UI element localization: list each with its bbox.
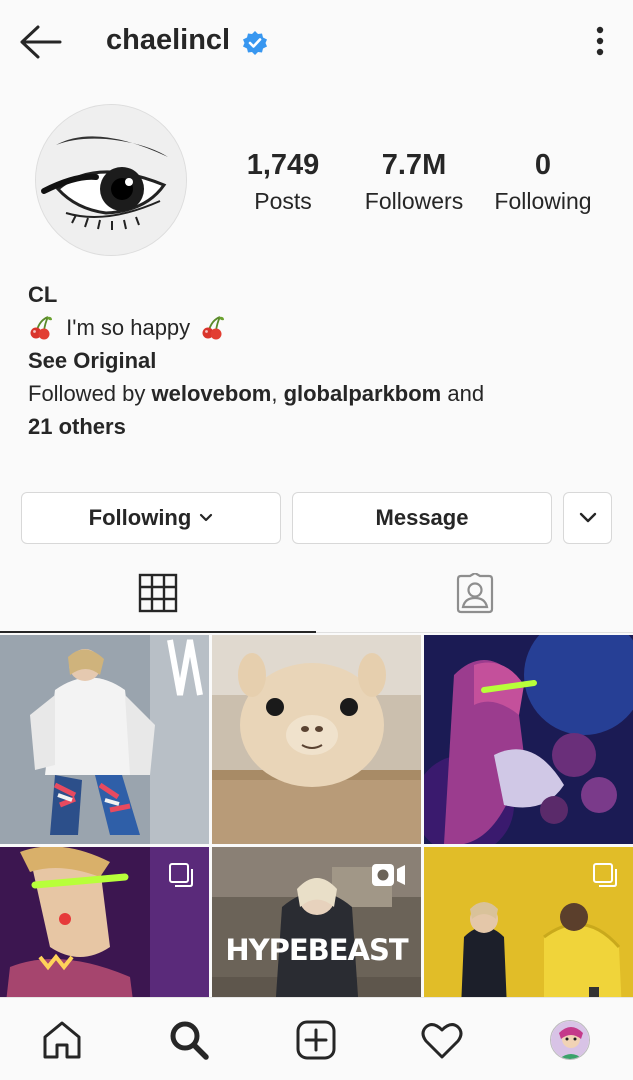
posts-grid: HYPEBEAST (0, 635, 633, 997)
profile-avatar-small (550, 1020, 590, 1060)
bio-text-line: I'm so happy (28, 311, 618, 344)
more-options-icon[interactable] (588, 24, 612, 60)
profile-avatar[interactable] (35, 104, 187, 256)
followed-by-prefix: Followed by (28, 381, 152, 406)
carousel-icon (593, 863, 617, 887)
suggested-accounts-button[interactable] (563, 492, 612, 544)
followers-count: 7.7M (381, 149, 447, 181)
nav-activity[interactable] (417, 1016, 467, 1064)
bio-text: I'm so happy (66, 315, 191, 340)
stat-posts[interactable]: 1,749 Posts (232, 147, 334, 217)
following-label: Following (494, 188, 592, 214)
post-thumbnail[interactable] (212, 635, 421, 844)
followed-by-user-link[interactable]: welovebom (152, 381, 272, 406)
nav-search[interactable] (164, 1016, 214, 1064)
profile-display-name: CL (28, 282, 58, 307)
verified-badge-icon (242, 30, 268, 56)
nav-profile[interactable] (545, 1016, 595, 1064)
post-thumbnail[interactable] (0, 847, 209, 997)
message-button-label: Message (375, 505, 469, 530)
grid-icon (138, 573, 178, 613)
bottom-navigation (0, 997, 633, 1080)
profile-bio: CL I'm so happy See Original Followed by… (28, 278, 618, 443)
stat-following[interactable]: 0 Following (486, 147, 600, 217)
tab-posts-grid[interactable] (0, 555, 316, 633)
heart-icon (421, 1023, 463, 1059)
carousel-icon (169, 863, 193, 887)
cherries-emoji-icon (28, 314, 54, 340)
search-icon (170, 1021, 209, 1060)
chevron-down-icon (579, 512, 596, 523)
followed-by-others-link[interactable]: 21 others (28, 414, 126, 439)
see-original-link[interactable]: See Original (28, 344, 618, 377)
add-post-icon (296, 1020, 336, 1060)
posts-label: Posts (254, 188, 312, 214)
profile-header: chaelincl (0, 0, 633, 84)
followed-by-separator: , (271, 381, 284, 406)
following-count: 0 (534, 149, 552, 181)
profile-username: chaelincl (106, 24, 231, 56)
igtv-video-icon (372, 864, 405, 886)
post-thumbnail[interactable] (424, 635, 633, 844)
post-thumbnail[interactable] (424, 847, 633, 997)
post-thumbnail[interactable] (0, 635, 209, 844)
following-button[interactable]: Following (21, 492, 281, 544)
back-arrow-icon[interactable] (18, 22, 64, 62)
tab-tagged[interactable] (317, 555, 633, 633)
post-overlay-text: HYPEBEAST (225, 933, 408, 967)
following-button-label: Following (88, 505, 192, 530)
nav-new-post[interactable] (291, 1016, 341, 1064)
followed-by-line[interactable]: Followed by welovebom, globalparkbom and (28, 377, 618, 410)
tagged-person-icon (456, 573, 494, 614)
chevron-down-icon (200, 513, 213, 522)
post-thumbnail[interactable]: HYPEBEAST (212, 847, 421, 997)
cherries-emoji-icon (200, 314, 226, 340)
nav-home[interactable] (37, 1016, 87, 1064)
profile-tabs (0, 555, 633, 633)
message-button[interactable]: Message (292, 492, 552, 544)
posts-count: 1,749 (246, 149, 320, 181)
followed-by-and: and (441, 381, 485, 406)
stat-followers[interactable]: 7.7M Followers (356, 147, 472, 217)
followed-by-user-link[interactable]: globalparkbom (284, 381, 442, 406)
followers-label: Followers (364, 188, 464, 214)
home-icon (43, 1021, 81, 1059)
